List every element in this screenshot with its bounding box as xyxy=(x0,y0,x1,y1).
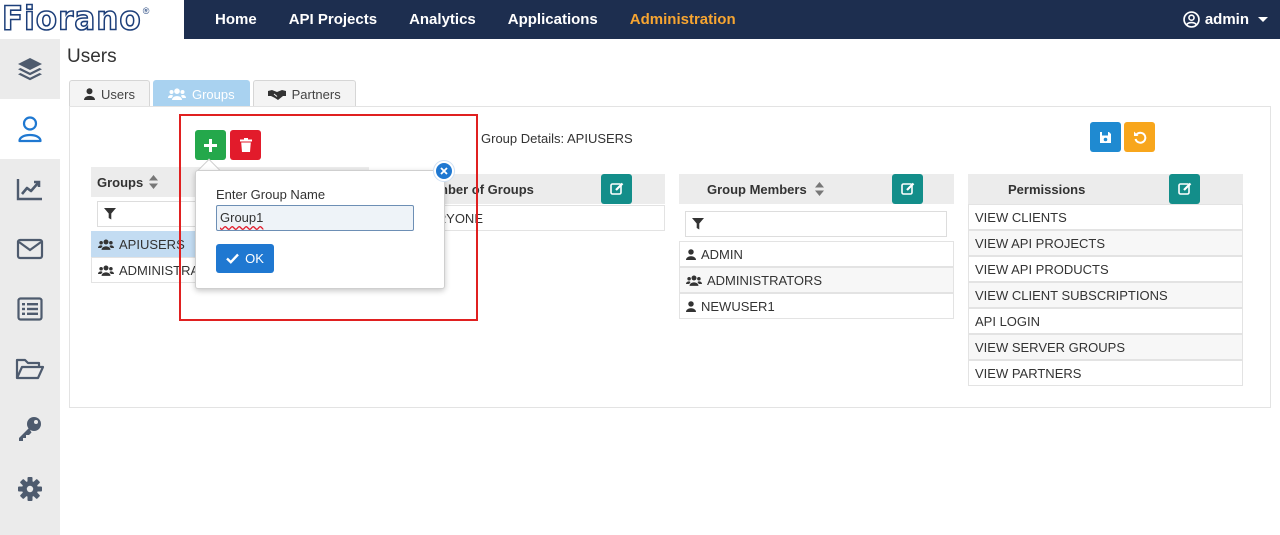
sidebar-item-analytics[interactable] xyxy=(0,159,60,219)
permission-row[interactable]: VIEW API PROJECTS xyxy=(968,230,1243,256)
floppy-disk-icon xyxy=(1100,131,1111,143)
edit-icon xyxy=(900,182,914,195)
group-members-label: Group Members xyxy=(707,181,807,197)
sort-icon[interactable] xyxy=(149,175,159,189)
permission-label: VIEW SERVER GROUPS xyxy=(975,339,1126,355)
nav-analytics[interactable]: Analytics xyxy=(409,11,476,28)
user-icon xyxy=(84,88,95,100)
group-members-row-label: ADMINISTRATORS xyxy=(707,272,823,288)
edit-permissions-button[interactable] xyxy=(1169,174,1200,204)
top-navbar: Fiorano ® Home API Projects Analytics Ap… xyxy=(0,0,1280,39)
filter-icon xyxy=(692,218,704,230)
sidebar-item-keys[interactable] xyxy=(0,399,60,459)
gear-icon xyxy=(18,477,42,501)
permission-label: VIEW PARTNERS xyxy=(975,365,1082,381)
tab-groups-label: Groups xyxy=(191,86,235,102)
edit-member-of-groups-button[interactable] xyxy=(601,174,632,204)
permission-row[interactable]: VIEW CLIENT SUBSCRIPTIONS xyxy=(968,282,1243,308)
folder-open-icon xyxy=(15,358,45,380)
envelope-icon xyxy=(16,238,44,260)
tab-partners-label: Partners xyxy=(291,86,341,102)
sort-icon[interactable] xyxy=(814,182,824,196)
layers-icon xyxy=(18,58,42,81)
nav-home[interactable]: Home xyxy=(215,11,257,28)
group-details-title: Group Details: APIUSERS xyxy=(481,131,633,146)
permission-label: VIEW CLIENTS xyxy=(975,209,1067,225)
tab-users[interactable]: Users xyxy=(69,80,150,107)
tab-groups[interactable]: Groups xyxy=(152,80,250,107)
nav-administration[interactable]: Administration xyxy=(630,11,736,28)
fiorano-logo[interactable]: Fiorano ® xyxy=(0,0,184,39)
group-members-filter-input[interactable] xyxy=(685,211,947,237)
highlight-annotation-box xyxy=(179,114,478,321)
user-circle-icon xyxy=(1183,11,1200,28)
list-icon xyxy=(17,297,43,321)
permission-label: VIEW API PROJECTS xyxy=(975,235,1106,251)
chart-line-icon xyxy=(16,179,42,201)
sidebar-item-list[interactable] xyxy=(0,279,60,339)
sidebar-item-users[interactable] xyxy=(0,99,60,159)
edit-icon xyxy=(1177,182,1191,195)
users-icon xyxy=(686,275,702,286)
group-members-row-label: ADMIN xyxy=(701,246,743,262)
tab-partners[interactable]: Partners xyxy=(252,80,356,107)
users-icon xyxy=(167,88,186,100)
undo-icon xyxy=(1133,131,1146,144)
main-nav: Home API Projects Analytics Applications… xyxy=(199,0,752,39)
users-icon xyxy=(98,239,114,250)
users-icon xyxy=(98,265,114,276)
logo-registered-mark: ® xyxy=(142,6,150,16)
edit-icon xyxy=(609,182,623,195)
group-members-row[interactable]: NEWUSER1 xyxy=(679,293,954,319)
permissions-header: Permissions xyxy=(968,174,1243,204)
chevron-down-icon xyxy=(1258,17,1268,22)
permission-row[interactable]: VIEW SERVER GROUPS xyxy=(968,334,1243,360)
permission-row[interactable]: VIEW API PRODUCTS xyxy=(968,256,1243,282)
sidebar-item-settings[interactable] xyxy=(0,459,60,519)
page-title: Users xyxy=(67,46,117,67)
permission-row[interactable]: VIEW CLIENTS xyxy=(968,204,1243,230)
reset-button[interactable] xyxy=(1124,122,1155,152)
sidebar xyxy=(0,39,60,535)
sidebar-item-dashboard[interactable] xyxy=(0,39,60,99)
permission-label: VIEW CLIENT SUBSCRIPTIONS xyxy=(975,287,1168,303)
edit-group-members-button[interactable] xyxy=(892,174,923,204)
nav-api-projects[interactable]: API Projects xyxy=(289,11,377,28)
permission-label: VIEW API PRODUCTS xyxy=(975,261,1109,277)
save-button[interactable] xyxy=(1090,122,1121,152)
group-members-row[interactable]: ADMINISTRATORS xyxy=(679,267,954,293)
sidebar-item-messages[interactable] xyxy=(0,219,60,279)
permission-row[interactable]: API LOGIN xyxy=(968,308,1243,334)
nav-applications[interactable]: Applications xyxy=(508,11,598,28)
tab-bar: Users Groups Partners xyxy=(69,80,356,107)
user-name: admin xyxy=(1204,11,1249,28)
user-icon xyxy=(18,116,42,143)
key-icon xyxy=(19,417,41,441)
permissions-label: Permissions xyxy=(1008,181,1086,197)
user-icon xyxy=(686,300,696,312)
groups-row-label: APIUSERS xyxy=(119,236,185,252)
logo-text: Fiorano xyxy=(1,0,142,38)
sidebar-item-files[interactable] xyxy=(0,339,60,399)
handshake-icon xyxy=(267,90,286,100)
user-menu[interactable]: admin xyxy=(1183,0,1268,39)
groups-header-label: Groups xyxy=(97,174,144,190)
permission-row[interactable]: VIEW PARTNERS xyxy=(968,360,1243,386)
group-members-row-label: NEWUSER1 xyxy=(701,298,775,314)
filter-icon xyxy=(104,208,116,220)
tab-users-label: Users xyxy=(101,86,135,102)
group-members-row[interactable]: ADMIN xyxy=(679,241,954,267)
permission-label: API LOGIN xyxy=(975,313,1041,329)
user-icon xyxy=(686,248,696,260)
